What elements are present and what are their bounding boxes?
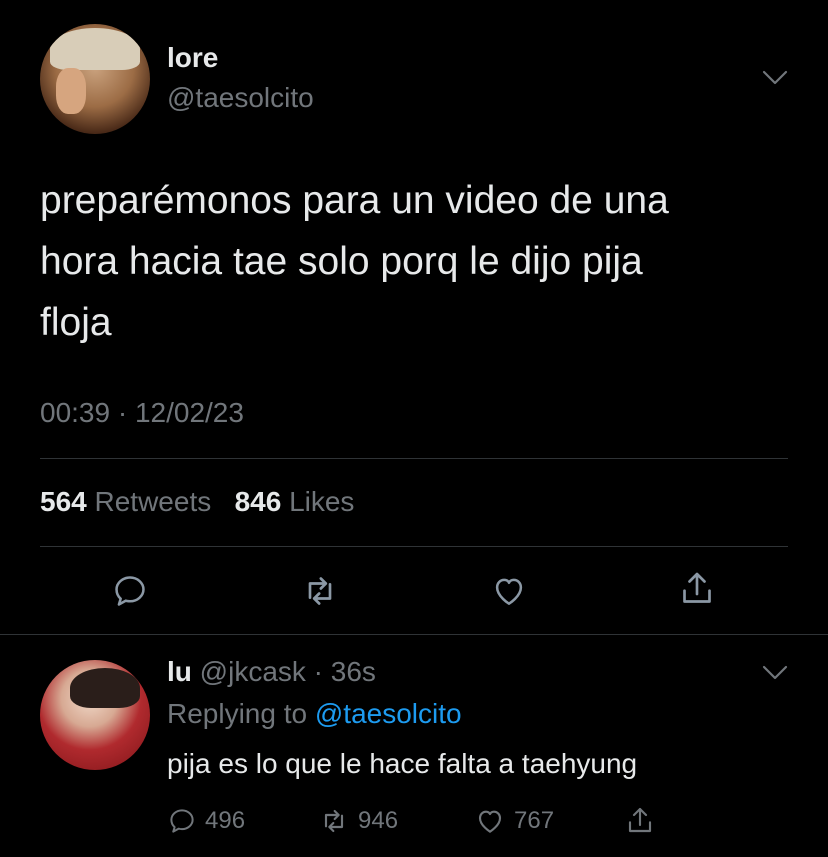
reply-likes-count: 767 (514, 807, 555, 834)
reply-button[interactable] (110, 571, 150, 611)
retweet-button[interactable] (300, 571, 340, 611)
tweet-thread: lore @taesolcito preparémonos para un vi… (0, 0, 828, 857)
reply-replies-count: 496 (205, 807, 246, 834)
heart-icon (478, 810, 502, 833)
reply-header: lu @jkcask · 36s (167, 656, 376, 688)
divider (0, 634, 828, 635)
share-icon (683, 572, 711, 603)
likes-count[interactable]: 846 (235, 486, 282, 517)
reply-icon (115, 576, 145, 606)
author-handle[interactable]: @taesolcito (167, 82, 314, 114)
reply-author-handle-time[interactable]: @jkcask · 36s (200, 656, 376, 687)
divider (40, 458, 788, 459)
like-button[interactable] (489, 571, 529, 611)
likes-label[interactable]: Likes (289, 486, 354, 517)
reply-share-button[interactable] (624, 804, 656, 838)
replying-mention-link[interactable]: @taesolcito (315, 698, 462, 729)
reply-like-button[interactable]: 767 (474, 804, 554, 838)
reply-retweets-count: 946 (358, 807, 399, 834)
tweet-timestamp[interactable]: 00:39 · 12/02/23 (40, 397, 244, 429)
chevron-down-icon[interactable] (762, 665, 788, 681)
reply-retweet-button[interactable]: 946 (318, 804, 398, 838)
reply-author-name[interactable]: lu (167, 656, 192, 687)
reply-text: pija es lo que le hace falta a taehyung (167, 748, 638, 779)
replying-to: Replying to @taesolcito (167, 698, 462, 730)
heart-icon (495, 578, 523, 605)
avatar-reply-user[interactable] (40, 660, 150, 770)
replying-prefix: Replying to (167, 698, 308, 729)
reply-icon (170, 809, 194, 833)
retweet-icon (324, 809, 344, 833)
avatar-main-user[interactable] (40, 24, 150, 134)
avatar-hand (56, 68, 86, 114)
avatar-cap (50, 28, 140, 70)
avatar-hair (70, 668, 140, 708)
tweet-stats: 564 Retweets 846 Likes (40, 486, 354, 518)
share-button[interactable] (677, 569, 717, 609)
tweet-text: preparémonos para un video de una hora h… (40, 179, 669, 344)
author-name[interactable]: lore (167, 42, 218, 74)
retweets-count[interactable]: 564 (40, 486, 87, 517)
chevron-down-icon[interactable] (762, 70, 788, 86)
retweets-label[interactable]: Retweets (95, 486, 212, 517)
share-icon (628, 807, 652, 833)
reply-reply-button[interactable]: 496 (167, 804, 245, 838)
retweet-icon (308, 577, 332, 605)
divider (40, 546, 788, 547)
